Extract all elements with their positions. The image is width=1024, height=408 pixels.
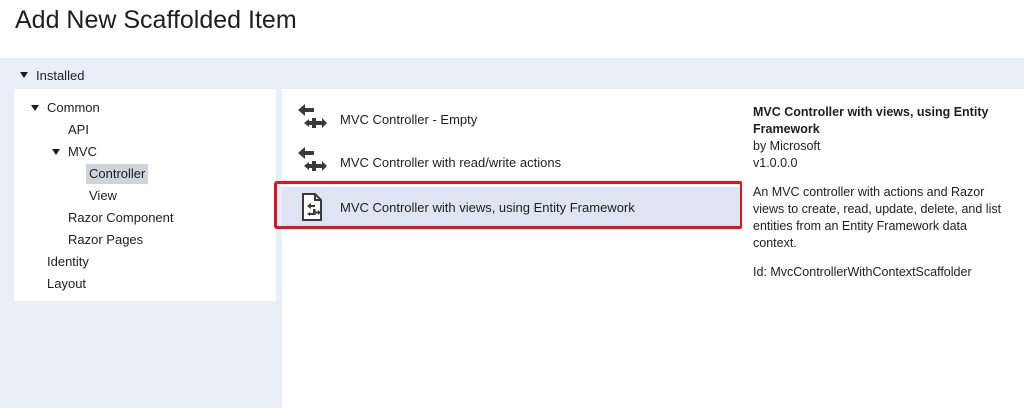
- details-panel: MVC Controller with views, using Entity …: [742, 89, 1024, 408]
- details-description: An MVC controller with actions and Razor…: [753, 185, 1002, 250]
- details-id: Id: MvcControllerWithContextScaffolder: [753, 265, 972, 279]
- tree-item-label: API: [68, 122, 89, 137]
- template-label: MVC Controller with views, using Entity …: [340, 199, 635, 215]
- installed-label: Installed: [36, 67, 85, 83]
- details-author: by Microsoft: [753, 139, 821, 153]
- tree-item-layout[interactable]: Layout: [47, 274, 86, 294]
- controller-icon: [298, 147, 327, 171]
- tree-item-mvc[interactable]: MVC: [52, 142, 97, 162]
- tree-item-label: Identity: [47, 254, 89, 269]
- tree-item-label: View: [89, 188, 117, 203]
- installed-node[interactable]: Installed: [20, 66, 84, 84]
- details-title: MVC Controller with views, using Entity …: [753, 105, 989, 136]
- template-label: MVC Controller - Empty: [340, 111, 478, 127]
- template-item[interactable]: MVC Controller with read/write actions: [282, 142, 742, 182]
- tree-item-common[interactable]: Common: [31, 98, 100, 118]
- tree-item-label: Layout: [47, 276, 87, 291]
- template-list: MVC Controller - Empty MVC Controller wi…: [282, 89, 742, 408]
- template-item-selected[interactable]: MVC Controller with views, using Entity …: [282, 187, 742, 227]
- tree-item-label: Common: [47, 100, 100, 115]
- template-label: MVC Controller with read/write actions: [340, 154, 562, 170]
- tree-item-label: Razor Component: [68, 210, 174, 225]
- expand-arrow-icon[interactable]: [31, 105, 39, 111]
- controller-icon: [298, 104, 327, 128]
- template-item[interactable]: MVC Controller - Empty: [282, 99, 742, 139]
- tree-item-label: Controller: [86, 164, 149, 184]
- details-version: v1.0.0.0: [753, 156, 798, 170]
- tree-item-label: Razor Pages: [68, 232, 144, 247]
- entity-framework-icon: [302, 193, 322, 221]
- tree-item-razor-pages[interactable]: Razor Pages: [68, 230, 143, 250]
- tree-item-razor-component[interactable]: Razor Component: [68, 208, 174, 228]
- expand-arrow-icon[interactable]: [52, 149, 60, 155]
- expand-arrow-icon[interactable]: [20, 72, 28, 78]
- tree-item-identity[interactable]: Identity: [47, 252, 89, 272]
- tree-item-controller[interactable]: Controller: [86, 164, 149, 184]
- dialog-title: Add New Scaffolded Item: [15, 6, 297, 34]
- tree-item-view[interactable]: View: [89, 186, 117, 206]
- tree-item-label: MVC: [68, 144, 97, 159]
- category-tree: Common API MVC Controller View Razor Com…: [14, 89, 276, 301]
- dialog-header: Add New Scaffolded Item: [0, 0, 1024, 58]
- tree-item-api[interactable]: API: [68, 120, 89, 140]
